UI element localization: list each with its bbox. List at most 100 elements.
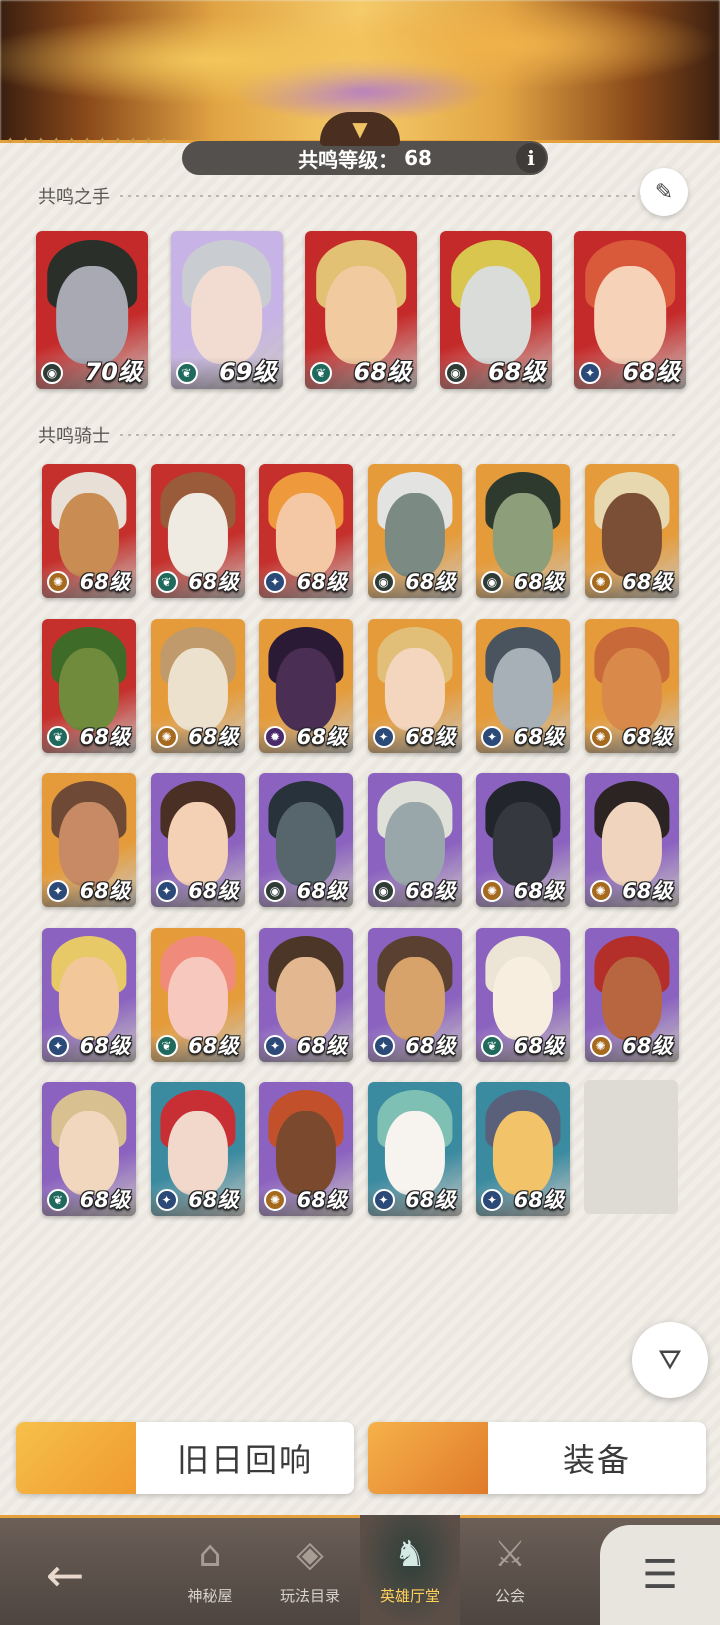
hero-level: 68级 — [622, 358, 680, 386]
hero-card[interactable]: ❦ 68级 — [42, 1082, 136, 1216]
hero-card[interactable]: ✦ 68级 — [367, 927, 462, 1062]
hero-portrait — [275, 1111, 337, 1195]
wilder-icon: ❦ — [481, 1034, 503, 1057]
hero-level: 68级 — [622, 570, 673, 594]
mauler-icon: ◉ — [372, 571, 395, 593]
hero-portrait — [601, 802, 662, 886]
lightbearer-icon: ✺ — [589, 571, 612, 593]
hero-portrait — [594, 265, 666, 364]
echoes-label: 旧日回响 — [176, 1441, 313, 1479]
hero-card[interactable]: ◉ 70级 — [36, 231, 148, 389]
empty-hero-slot[interactable] — [584, 1080, 678, 1214]
hero-card[interactable]: ✺ 68级 — [476, 773, 570, 907]
hero-card[interactable]: ✦ 68级 — [42, 927, 136, 1062]
hero-portrait — [56, 265, 128, 364]
mauler-icon: ◉ — [41, 362, 63, 384]
hero-card[interactable]: ✦ 68级 — [259, 927, 353, 1062]
hero-card[interactable]: ✦ 68级 — [476, 618, 570, 753]
hero-portrait — [275, 647, 337, 732]
hero-level: 68级 — [79, 724, 130, 749]
hero-card[interactable]: ✺ 68级 — [584, 464, 679, 598]
hero-portrait — [275, 802, 337, 886]
menu-list-icon[interactable]: ☰ — [600, 1525, 720, 1625]
hero-portrait — [58, 493, 120, 577]
hero-card[interactable]: ✦ 68级 — [476, 1082, 570, 1216]
resonance-label: 共鸣等级： — [298, 147, 399, 172]
hero-card[interactable]: ✺ 68级 — [42, 464, 136, 598]
hero-card[interactable]: ✺ 68级 — [584, 773, 679, 907]
hero-card[interactable]: ❦ 68级 — [476, 927, 570, 1062]
hero-portrait — [384, 647, 445, 732]
hero-level: 68级 — [488, 358, 546, 386]
hero-card[interactable]: ✹ 68级 — [259, 618, 353, 753]
nav-game-catalog[interactable]: ◈ 玩法目录 — [260, 1525, 360, 1625]
hero-card[interactable]: ◉ 68级 — [367, 773, 462, 907]
hero-level: 68级 — [513, 724, 564, 749]
section-hands-header: 共鸣之手 — [38, 183, 680, 209]
hero-level: 68级 — [513, 570, 564, 594]
hero-card[interactable]: ◉ 68级 — [439, 231, 552, 389]
hero-card[interactable]: ❦ 68级 — [150, 464, 245, 598]
section-hands-title: 共鸣之手 — [38, 187, 110, 208]
lightbearer-icon: ✺ — [155, 725, 178, 748]
hero-card[interactable]: ✺ 68级 — [259, 1082, 353, 1216]
hero-card[interactable]: ◉ 68级 — [476, 464, 570, 598]
hero-portrait — [601, 956, 662, 1041]
hero-portrait — [190, 265, 263, 364]
hero-portrait — [58, 1111, 120, 1195]
mauler-icon: ◉ — [444, 362, 467, 384]
hero-card[interactable]: ❦ 69级 — [170, 231, 283, 389]
wilder-icon: ❦ — [175, 362, 198, 384]
filter-button[interactable]: ⛛ — [632, 1322, 708, 1398]
wilder-icon: ❦ — [310, 362, 332, 384]
hero-card[interactable]: ✦ 68级 — [367, 1082, 462, 1216]
hero-portrait — [325, 265, 397, 364]
wilder-icon: ❦ — [155, 571, 178, 593]
hero-level: 68级 — [405, 1188, 456, 1212]
hero-card[interactable]: ❦ 68级 — [305, 231, 417, 389]
nav-guild[interactable]: ⚔ 公会 — [460, 1525, 560, 1625]
game-catalog-icon: ◈ — [296, 1534, 324, 1575]
hero-card[interactable]: ✦ 68级 — [150, 1082, 245, 1216]
hero-card[interactable]: ✺ 68级 — [584, 927, 679, 1062]
hero-card[interactable]: ✦ 68级 — [259, 464, 353, 598]
echoes-of-the-past-button[interactable]: 旧日回响 — [16, 1422, 354, 1494]
hero-card[interactable]: ✦ 68级 — [574, 231, 686, 389]
celestial-icon: ✦ — [155, 880, 178, 902]
hero-card[interactable]: ✦ 68级 — [42, 773, 136, 907]
back-arrow-icon[interactable]: ← — [30, 1545, 100, 1605]
hero-level: 68级 — [188, 879, 239, 903]
resonance-emblem-icon: ▼ — [320, 112, 400, 146]
hero-portrait — [167, 956, 228, 1041]
resonance-level-bar: 共鸣等级： 68 — [182, 141, 548, 175]
hero-portrait — [167, 802, 228, 886]
hero-card[interactable]: ✦ 68级 — [367, 618, 462, 753]
nav-mystery-house[interactable]: ⌂ 神秘屋 — [160, 1525, 260, 1625]
nav-hero-hall[interactable]: ♞ 英雄厅堂 — [360, 1525, 460, 1625]
hero-level: 70级 — [84, 358, 142, 386]
wilder-icon: ❦ — [155, 1034, 178, 1057]
hero-card[interactable]: ✦ 68级 — [150, 773, 245, 907]
hero-card[interactable]: ✺ 68级 — [150, 618, 245, 753]
hero-card[interactable]: ❦ 68级 — [150, 927, 245, 1062]
info-button[interactable]: i — [516, 143, 546, 173]
hero-card[interactable]: ◉ 68级 — [367, 464, 462, 598]
lightbearer-icon: ✺ — [589, 880, 612, 902]
celestial-icon: ✦ — [47, 880, 69, 902]
hero-card[interactable]: ❦ 68级 — [42, 618, 136, 753]
hero-level: 68级 — [188, 724, 239, 749]
section-divider — [120, 195, 680, 197]
hero-card[interactable]: ◉ 68级 — [259, 773, 353, 907]
hero-portrait — [58, 647, 120, 732]
quill-button[interactable]: ✎ — [640, 168, 688, 216]
lightbearer-icon: ✺ — [589, 725, 612, 748]
hero-portrait — [58, 802, 120, 886]
hero-portrait — [492, 956, 554, 1041]
nav-label: 玩法目录 — [279, 1587, 340, 1605]
mystery-house-icon: ⌂ — [198, 1534, 222, 1575]
equipment-button[interactable]: 装备 — [368, 1422, 706, 1494]
hero-portrait — [492, 802, 554, 886]
hero-level: 68级 — [188, 570, 239, 594]
hero-card[interactable]: ✺ 68级 — [584, 618, 679, 753]
section-knights-title: 共鸣骑士 — [38, 426, 110, 447]
